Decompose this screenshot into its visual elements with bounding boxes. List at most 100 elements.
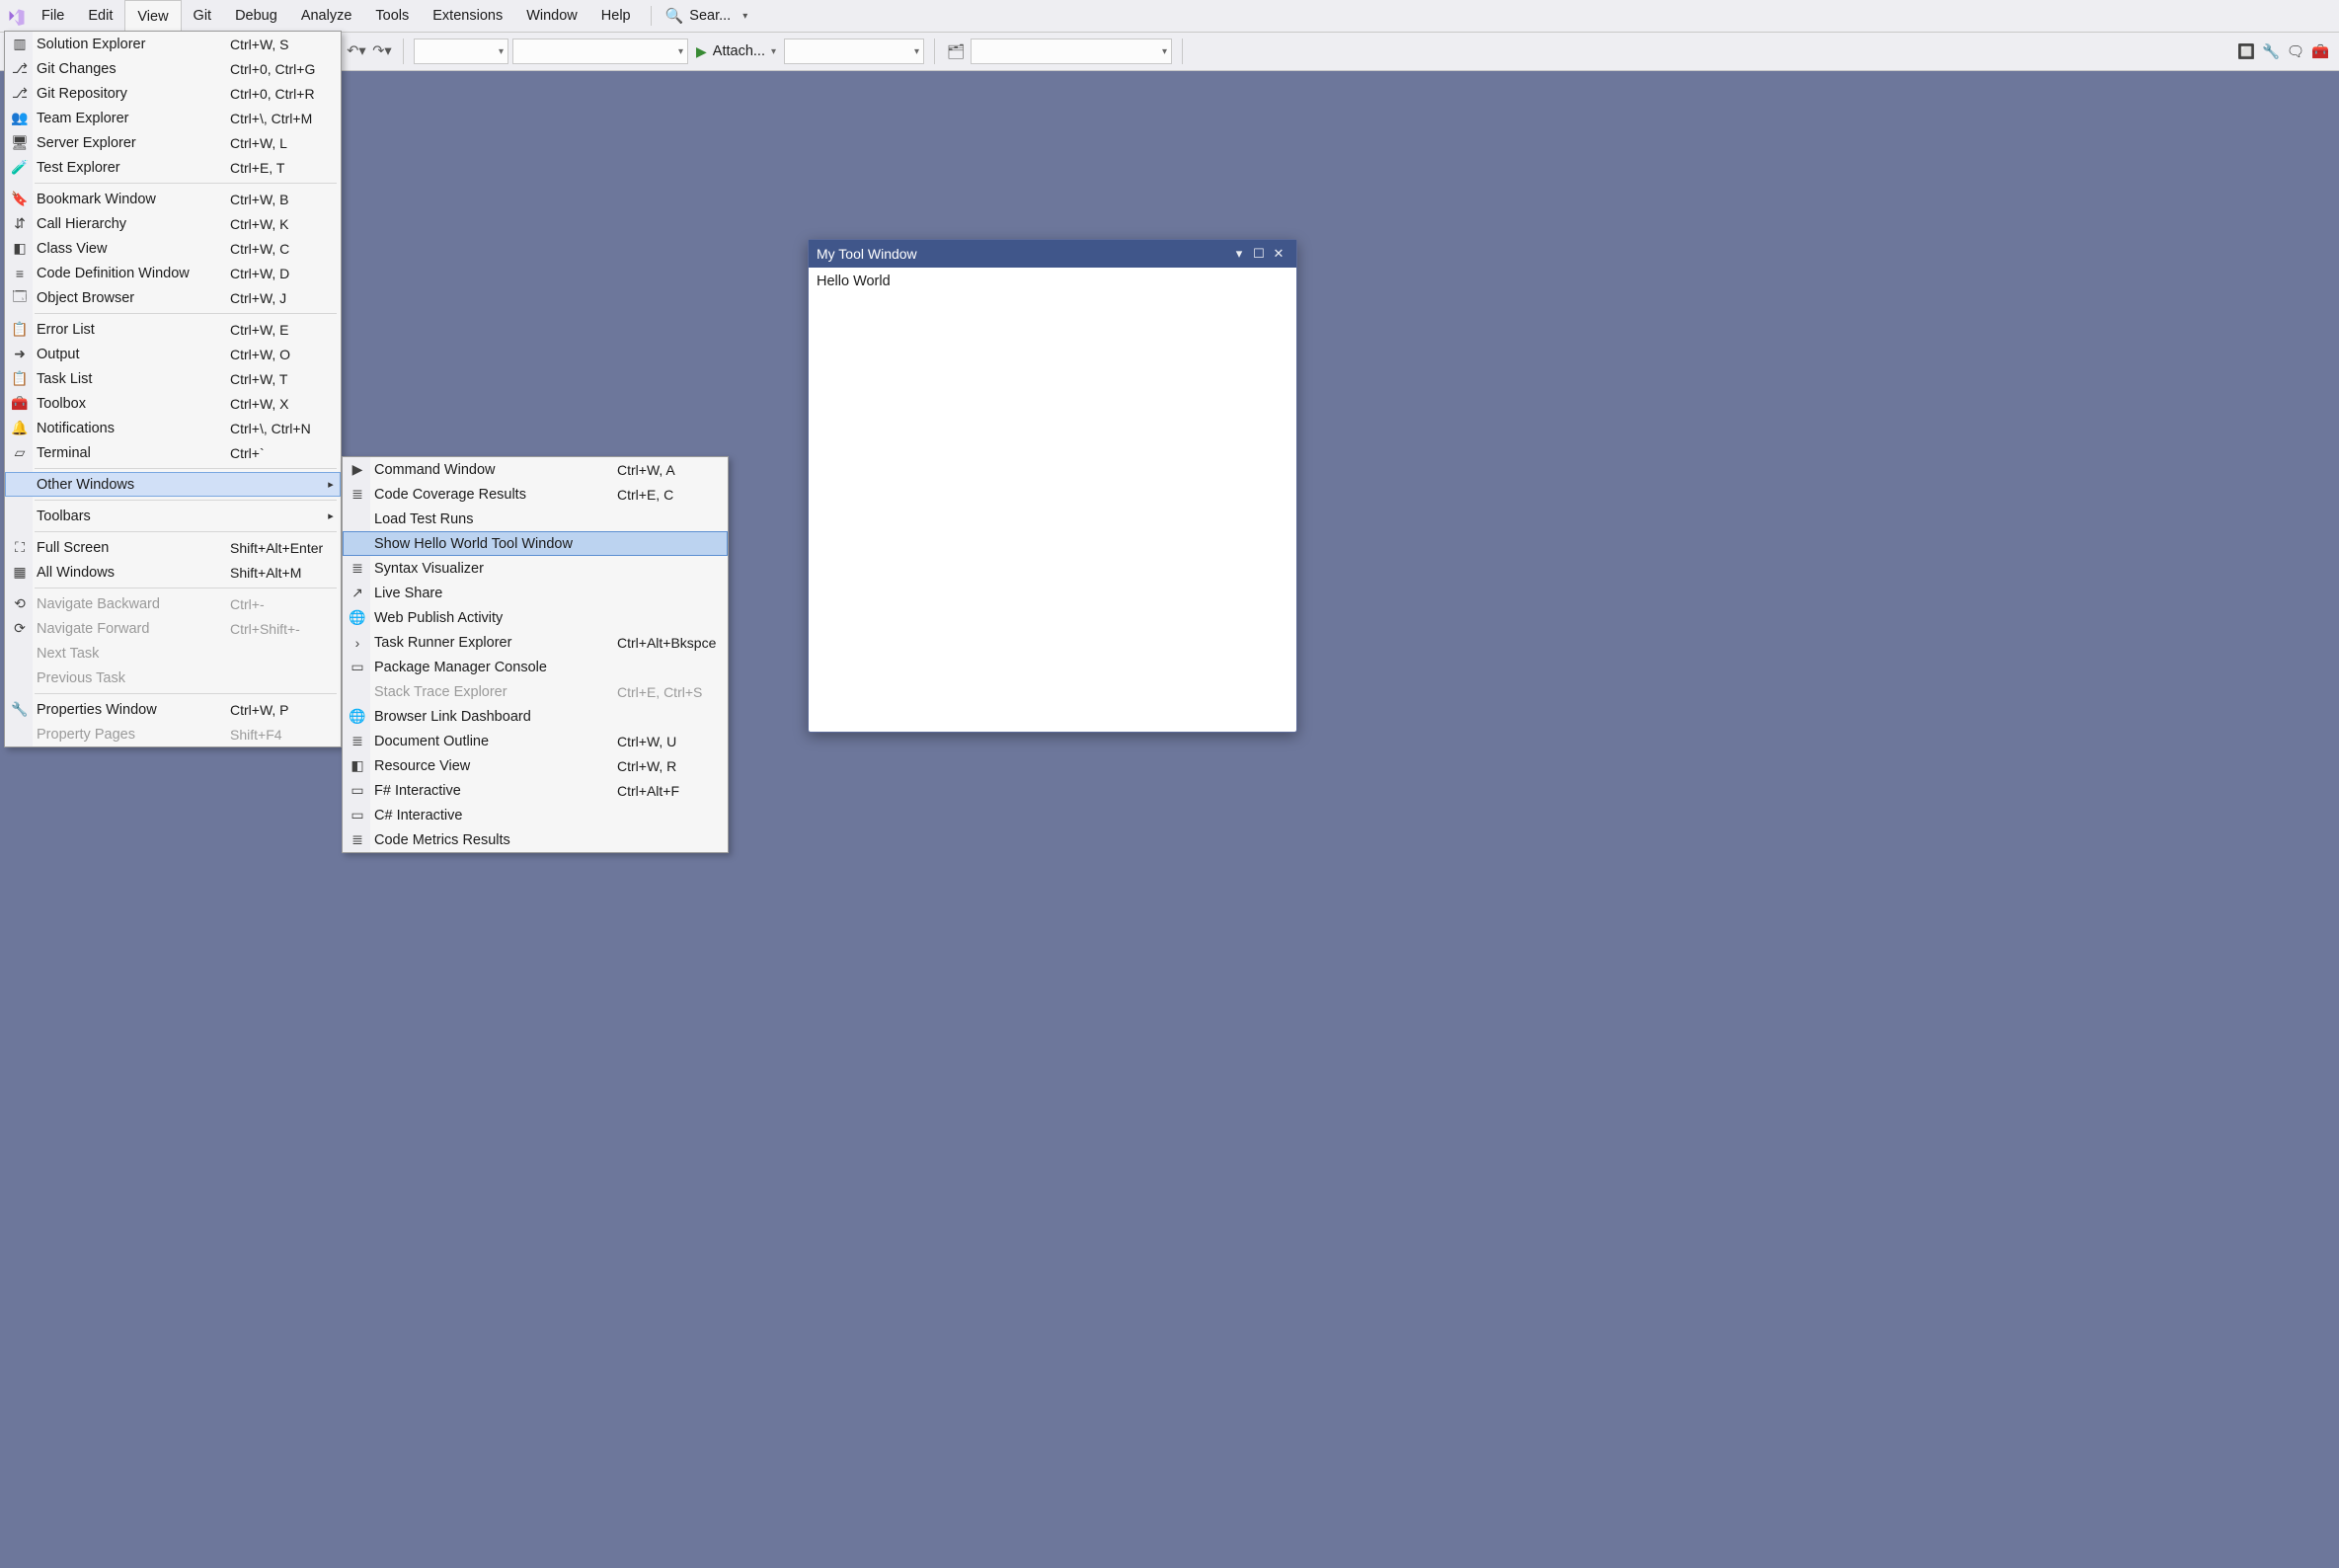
menu-item-all-windows[interactable]: ▦All WindowsShift+Alt+M	[5, 560, 341, 585]
menu-item-shortcut: Ctrl+W, T	[230, 371, 341, 387]
menu-item-git-repository[interactable]: ⎇Git RepositoryCtrl+0, Ctrl+R	[5, 81, 341, 106]
submenu-item-label: C# Interactive	[372, 808, 617, 823]
tasklist-icon: 📋	[5, 370, 35, 387]
menu-item-call-hierarchy[interactable]: ⇵Call HierarchyCtrl+W, K	[5, 211, 341, 236]
solution-platform-combo[interactable]: ▾	[512, 39, 688, 64]
menu-item-toolbox[interactable]: 🧰ToolboxCtrl+W, X	[5, 391, 341, 416]
menu-item-full-screen[interactable]: ⛶Full ScreenShift+Alt+Enter	[5, 535, 341, 560]
menu-window[interactable]: Window	[514, 0, 589, 32]
menu-item-team-explorer[interactable]: 👥Team ExplorerCtrl+\, Ctrl+M	[5, 106, 341, 130]
menu-item-notifications[interactable]: 🔔NotificationsCtrl+\, Ctrl+N	[5, 416, 341, 440]
other-windows-submenu: ▶Command WindowCtrl+W, A≣Code Coverage R…	[342, 456, 729, 853]
menu-item-test-explorer[interactable]: 🧪Test ExplorerCtrl+E, T	[5, 155, 341, 180]
undo-split-button[interactable]: ↶▾	[346, 40, 367, 62]
settings-wrench-icon[interactable]: 🔧	[2260, 40, 2282, 62]
submenu-item-f-interactive[interactable]: ▭F# InteractiveCtrl+Alt+F	[343, 778, 728, 803]
submenu-item-live-share[interactable]: ↗Live Share	[343, 581, 728, 605]
separator	[934, 39, 935, 64]
submenu-item-syntax-visualizer[interactable]: ≣Syntax Visualizer	[343, 556, 728, 581]
menu-view[interactable]: View	[124, 0, 181, 32]
submenu-item-label: Task Runner Explorer	[372, 635, 617, 651]
menu-item-shortcut: Ctrl+W, P	[230, 702, 341, 718]
menu-item-bookmark-window[interactable]: 🔖Bookmark WindowCtrl+W, B	[5, 187, 341, 211]
tool-window-titlebar[interactable]: My Tool Window ▾ ☐ ✕	[809, 240, 1296, 268]
submenu-item-package-manager-console[interactable]: ▭Package Manager Console	[343, 655, 728, 679]
separator	[651, 6, 652, 26]
menu-item-other-windows[interactable]: Other Windows▸	[5, 472, 341, 497]
chevron-down-icon: ▾	[771, 46, 776, 57]
menu-item-git-changes[interactable]: ⎇Git ChangesCtrl+0, Ctrl+G	[5, 56, 341, 81]
cmd-icon: ▶	[343, 461, 372, 478]
menu-item-server-explorer[interactable]: 🖥Server ExplorerCtrl+W, L	[5, 130, 341, 155]
live-share-icon[interactable]: 🔲	[2235, 40, 2257, 62]
menu-item-previous-task: Previous Task	[5, 666, 341, 690]
submenu-item-shortcut: Ctrl+E, C	[617, 487, 728, 503]
solution-config-combo[interactable]: ▾	[414, 39, 508, 64]
submenu-item-label: Load Test Runs	[372, 511, 617, 527]
debug-target-combo[interactable]: ▾	[784, 39, 924, 64]
menu-debug[interactable]: Debug	[223, 0, 289, 32]
menu-file[interactable]: File	[30, 0, 76, 32]
menu-item-terminal[interactable]: ▱TerminalCtrl+`	[5, 440, 341, 465]
metrics-icon: ≣	[343, 831, 372, 848]
menu-item-toolbars[interactable]: Toolbars▸	[5, 504, 341, 528]
menu-item-label: Terminal	[35, 445, 230, 461]
submenu-item-browser-link-dashboard[interactable]: 🌐Browser Link Dashboard	[343, 704, 728, 729]
submenu-item-c-interactive[interactable]: ▭C# Interactive	[343, 803, 728, 827]
menu-item-error-list[interactable]: 📋Error ListCtrl+W, E	[5, 317, 341, 342]
toolbox-icon[interactable]: 🧰	[2309, 40, 2331, 62]
menu-git[interactable]: Git	[182, 0, 224, 32]
menu-analyze[interactable]: Analyze	[289, 0, 364, 32]
notif-icon: 🔔	[5, 420, 35, 436]
menu-item-shortcut: Ctrl+W, X	[230, 396, 341, 412]
attach-to-process-button[interactable]: ▶ Attach... ▾	[696, 43, 776, 60]
feedback-icon[interactable]: 🗨	[2285, 40, 2306, 62]
menu-help[interactable]: Help	[589, 0, 643, 32]
errorlist-icon: 📋	[5, 321, 35, 338]
pkg-icon: ▭	[343, 659, 372, 675]
menubar-search[interactable]: 🔍 Sear... ▾	[660, 0, 754, 32]
menu-item-shortcut: Ctrl+W, B	[230, 192, 341, 207]
menu-item-label: Navigate Forward	[35, 621, 230, 637]
submenu-item-label: Show Hello World Tool Window	[372, 536, 617, 552]
menubar: FileEditViewGitDebugAnalyzeToolsExtensio…	[0, 0, 2339, 32]
menu-item-class-view[interactable]: ◧Class ViewCtrl+W, C	[5, 236, 341, 261]
submenu-item-command-window[interactable]: ▶Command WindowCtrl+W, A	[343, 457, 728, 482]
window-dropdown-icon[interactable]: ▾	[1229, 246, 1249, 262]
maximize-icon[interactable]: ☐	[1249, 246, 1269, 262]
submenu-item-code-coverage-results[interactable]: ≣Code Coverage ResultsCtrl+E, C	[343, 482, 728, 507]
toolbar-icon[interactable]: 🗂	[945, 40, 967, 62]
bookmark-icon: 🔖	[5, 191, 35, 207]
submenu-item-resource-view[interactable]: ◧Resource ViewCtrl+W, R	[343, 753, 728, 778]
menu-extensions[interactable]: Extensions	[421, 0, 514, 32]
redo-split-button[interactable]: ↷▾	[371, 40, 393, 62]
separator	[403, 39, 404, 64]
submenu-item-web-publish-activity[interactable]: 🌐Web Publish Activity	[343, 605, 728, 630]
menu-item-properties-window[interactable]: 🔧Properties WindowCtrl+W, P	[5, 697, 341, 722]
toolbox-icon: 🧰	[5, 395, 35, 412]
submenu-item-code-metrics-results[interactable]: ≣Code Metrics Results	[343, 827, 728, 852]
find-combo[interactable]: ▾	[971, 39, 1172, 64]
submenu-item-label: F# Interactive	[372, 783, 617, 799]
menu-item-output[interactable]: ➜OutputCtrl+W, O	[5, 342, 341, 366]
submenu-item-load-test-runs[interactable]: Load Test Runs	[343, 507, 728, 531]
menu-item-object-browser[interactable]: 🗔Object BrowserCtrl+W, J	[5, 285, 341, 310]
submenu-item-shortcut: Ctrl+E, Ctrl+S	[617, 684, 728, 700]
menu-item-next-task: Next Task	[5, 641, 341, 666]
submenu-item-task-runner-explorer[interactable]: ›Task Runner ExplorerCtrl+Alt+Bkspce	[343, 630, 728, 655]
menu-item-solution-explorer[interactable]: ▥Solution ExplorerCtrl+W, S	[5, 32, 341, 56]
menu-item-shortcut: Ctrl+E, T	[230, 160, 341, 176]
menu-item-task-list[interactable]: 📋Task ListCtrl+W, T	[5, 366, 341, 391]
toolbar: ↶▾ ↷▾ ▾ ▾ ▶ Attach... ▾ ▾ 🗂 ▾ 🔲 🔧 🗨 🧰	[0, 32, 2339, 71]
menu-edit[interactable]: Edit	[76, 0, 124, 32]
submenu-item-show-hello-world-tool-window[interactable]: Show Hello World Tool Window	[343, 531, 728, 556]
menu-tools[interactable]: Tools	[363, 0, 421, 32]
menu-item-code-definition-window[interactable]: ≡Code Definition WindowCtrl+W, D	[5, 261, 341, 285]
submenu-item-document-outline[interactable]: ≣Document OutlineCtrl+W, U	[343, 729, 728, 753]
close-icon[interactable]: ✕	[1269, 246, 1288, 262]
menu-item-label: Call Hierarchy	[35, 216, 230, 232]
test-icon: 🧪	[5, 159, 35, 176]
submenu-item-label: Command Window	[372, 462, 617, 478]
menu-item-label: Next Task	[35, 646, 230, 662]
menu-item-navigate-forward: ⟳Navigate ForwardCtrl+Shift+-	[5, 616, 341, 641]
